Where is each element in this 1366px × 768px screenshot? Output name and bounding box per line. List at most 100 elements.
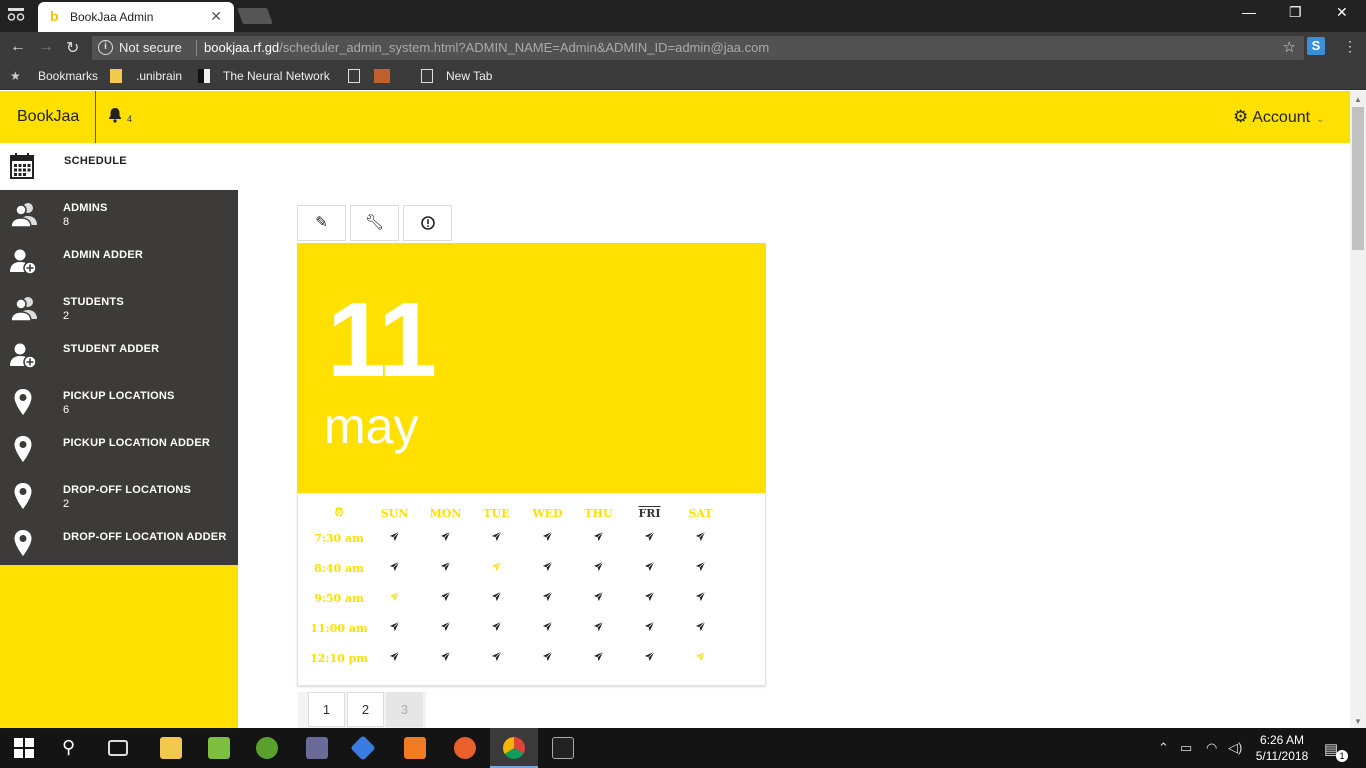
chrome-icon[interactable]	[503, 737, 525, 759]
brand-logo[interactable]: BookJaa	[17, 108, 79, 126]
slot-send-icon[interactable]	[624, 583, 675, 613]
sidebar-item-count: 6	[63, 404, 70, 416]
utorrent-icon[interactable]	[256, 737, 278, 759]
slot-send-icon[interactable]	[573, 523, 624, 553]
slot-send-icon[interactable]	[624, 523, 675, 553]
slot-send-icon[interactable]	[675, 523, 726, 553]
slot-send-icon[interactable]	[522, 613, 573, 643]
sidebar-item-pickup-location-adder[interactable]: PICKUP LOCATION ADDER	[0, 425, 238, 472]
firefox-icon[interactable]	[454, 737, 476, 759]
slot-send-icon[interactable]	[369, 583, 420, 613]
slot-send-icon[interactable]	[675, 613, 726, 643]
restore-icon[interactable]: ❐	[1289, 4, 1302, 21]
scroll-down-icon[interactable]: ▼	[1354, 717, 1362, 726]
slot-send-icon[interactable]	[369, 553, 420, 583]
xampp-icon[interactable]	[404, 737, 426, 759]
slot-send-icon[interactable]	[471, 643, 522, 673]
bookmark-star-icon[interactable]: ☆	[1283, 38, 1296, 56]
search-icon[interactable]: ⚲	[62, 737, 84, 759]
slot-send-icon[interactable]	[573, 553, 624, 583]
slot-send-icon[interactable]	[675, 553, 726, 583]
close-tab-icon[interactable]: ✕	[210, 8, 222, 25]
forward-icon[interactable]: →	[38, 38, 54, 56]
sidebar-item-admin-adder[interactable]: ADMIN ADDER	[0, 237, 238, 284]
user-add-icon	[10, 247, 38, 275]
scrollbar-thumb[interactable]	[1352, 107, 1364, 250]
file-explorer-icon[interactable]	[160, 737, 182, 759]
slot-send-icon[interactable]	[624, 613, 675, 643]
slot-send-icon[interactable]	[522, 553, 573, 583]
chevron-up-icon[interactable]: ⌃	[1158, 740, 1169, 756]
location-pin-icon	[10, 388, 38, 416]
page-button-2[interactable]: 2	[347, 692, 384, 727]
bookmark-item[interactable]: Bookmarks	[38, 69, 98, 83]
app-icon[interactable]	[350, 735, 376, 761]
slot-send-icon[interactable]	[573, 583, 624, 613]
slot-send-icon[interactable]	[471, 613, 522, 643]
sidebar-item-student-adder[interactable]: STUDENT ADDER	[0, 331, 238, 378]
extension-icon[interactable]: S	[1307, 37, 1325, 55]
reload-icon[interactable]: ↻	[66, 38, 79, 58]
pagination: 1 2 3	[298, 692, 426, 728]
terminal-icon[interactable]	[552, 737, 574, 759]
settings-button[interactable]: 🔧︎	[350, 205, 399, 241]
slot-send-icon[interactable]	[420, 523, 471, 553]
account-menu[interactable]: ⚙ Account ⌄	[1233, 107, 1324, 127]
slot-send-icon[interactable]	[471, 523, 522, 553]
slot-send-icon[interactable]	[522, 583, 573, 613]
slot-send-icon[interactable]	[675, 643, 726, 673]
browser-tab[interactable]: b BookJaa Admin ✕	[38, 2, 234, 32]
address-bar[interactable]: i Not secure bookjaa.rf.gd/scheduler_adm…	[92, 36, 1304, 60]
time-label: 11:00 am	[310, 621, 368, 635]
info-button[interactable]	[403, 205, 452, 241]
system-clock[interactable]: 6:26 AM 5/11/2018	[1254, 732, 1310, 764]
sidebar-item-drop-off-location-adder[interactable]: DROP-OFF LOCATION ADDER	[0, 519, 238, 566]
scroll-up-icon[interactable]: ▲	[1354, 95, 1362, 104]
slot-send-icon[interactable]	[522, 643, 573, 673]
bookmark-favicon-icon[interactable]	[374, 69, 390, 83]
slot-send-icon[interactable]	[522, 523, 573, 553]
wifi-icon[interactable]: ◠	[1206, 740, 1217, 756]
time-row: 11:00 am	[309, 613, 726, 643]
slot-send-icon[interactable]	[369, 643, 420, 673]
slot-send-icon[interactable]	[420, 553, 471, 583]
volume-icon[interactable]: ◁)	[1228, 740, 1242, 756]
slot-send-icon[interactable]	[471, 553, 522, 583]
slot-send-icon[interactable]	[369, 523, 420, 553]
bookmark-item[interactable]: .unibrain	[136, 69, 182, 83]
notepad-icon[interactable]	[208, 737, 230, 759]
slot-send-icon[interactable]	[573, 643, 624, 673]
menu-icon[interactable]: ⋮	[1343, 38, 1357, 55]
page-button-1[interactable]: 1	[308, 692, 345, 727]
windows-start-icon[interactable]	[14, 738, 36, 760]
page-scrollbar[interactable]: ▲ ▼	[1350, 91, 1366, 728]
slot-send-icon[interactable]	[675, 583, 726, 613]
favicon-icon: b	[50, 8, 59, 24]
bookmark-item[interactable]: The Neural Network	[223, 69, 330, 83]
minimize-icon[interactable]: —	[1242, 4, 1256, 20]
battery-icon[interactable]: ▭	[1180, 740, 1192, 756]
slot-send-icon[interactable]	[369, 613, 420, 643]
task-view-icon[interactable]	[108, 740, 128, 756]
sidebar-item-schedule[interactable]: SCHEDULE	[0, 143, 238, 190]
sidebar-item-admins[interactable]: ADMINS 8	[0, 190, 238, 237]
slot-send-icon[interactable]	[471, 583, 522, 613]
slot-send-icon[interactable]	[624, 643, 675, 673]
account-label: Account	[1252, 109, 1311, 126]
close-window-icon[interactable]: ✕	[1336, 4, 1348, 21]
new-tab-button[interactable]	[237, 8, 273, 24]
slot-send-icon[interactable]	[573, 613, 624, 643]
bookmark-item[interactable]: New Tab	[446, 69, 492, 83]
bell-icon[interactable]	[107, 107, 123, 128]
slot-send-icon[interactable]	[420, 583, 471, 613]
app-icon[interactable]	[306, 737, 328, 759]
back-icon[interactable]: ←	[10, 38, 26, 56]
sidebar-item-pickup-locations[interactable]: PICKUP LOCATIONS 6	[0, 378, 238, 425]
sidebar-item-students[interactable]: STUDENTS 2	[0, 284, 238, 331]
info-icon[interactable]: i	[98, 40, 113, 55]
sidebar-item-drop-off-locations[interactable]: DROP-OFF LOCATIONS 2	[0, 472, 238, 519]
slot-send-icon[interactable]	[420, 613, 471, 643]
slot-send-icon[interactable]	[624, 553, 675, 583]
edit-button[interactable]: ✎	[297, 205, 346, 241]
slot-send-icon[interactable]	[420, 643, 471, 673]
